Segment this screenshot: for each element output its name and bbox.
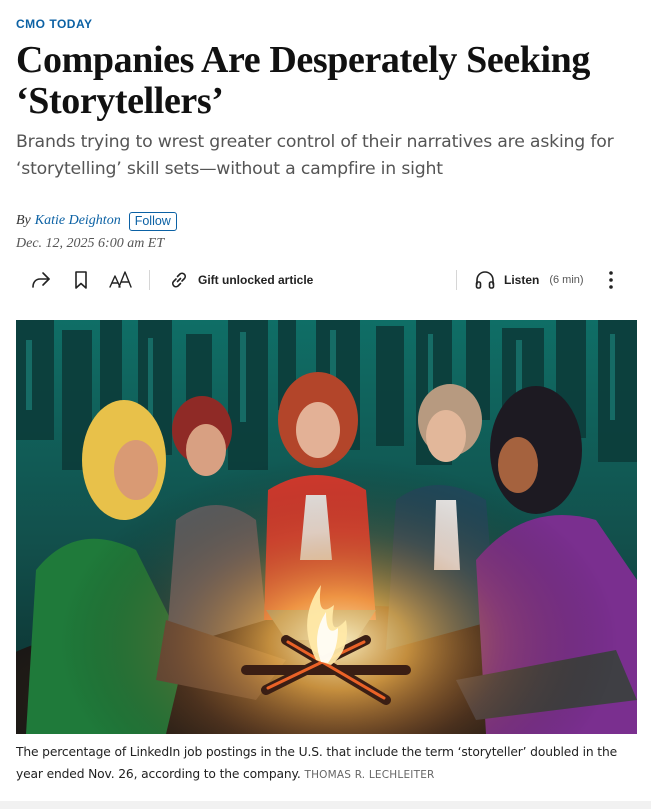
gift-article-label: Gift unlocked article: [198, 273, 314, 287]
text-size-icon: [109, 271, 132, 288]
listen-button[interactable]: Listen (6 min): [474, 262, 584, 298]
gift-article-button[interactable]: Gift unlocked article: [168, 262, 313, 298]
more-vertical-icon: [609, 271, 613, 289]
article-toolbar: Gift unlocked article Listen (6 min): [16, 262, 637, 298]
share-icon: [32, 272, 50, 288]
more-options-button[interactable]: [607, 262, 615, 298]
listen-duration: (6 min): [549, 274, 584, 286]
section-kicker[interactable]: CMO TODAY: [16, 17, 93, 31]
byline-prefix: By: [16, 213, 31, 228]
image-caption: The percentage of LinkedIn job postings …: [16, 741, 637, 786]
author-link[interactable]: Katie Deighton: [35, 213, 121, 229]
toolbar-divider: [149, 270, 150, 290]
article-headline: Companies Are Desperately Seeking ‘Story…: [16, 39, 591, 122]
bookmark-icon: [75, 271, 87, 289]
article-dateline: Dec. 12, 2025 6:00 am ET: [16, 236, 165, 251]
toolbar-divider: [456, 270, 457, 290]
campfire-storytellers-illustration: [16, 320, 637, 734]
hero-illustration: [16, 320, 637, 734]
link-icon: [172, 272, 186, 288]
page-bottom-divider: [0, 801, 651, 809]
photo-credit: THOMAS R. LECHLEITER: [304, 769, 435, 781]
listen-label: Listen: [504, 273, 540, 287]
save-button[interactable]: [74, 262, 88, 298]
article-dek: Brands trying to wrest greater control o…: [16, 132, 614, 179]
share-button[interactable]: [30, 262, 52, 298]
follow-button[interactable]: Follow: [128, 211, 177, 231]
byline: By Katie Deighton Follow: [16, 210, 177, 232]
text-size-button[interactable]: [109, 262, 133, 298]
headphones-icon: [475, 271, 495, 289]
